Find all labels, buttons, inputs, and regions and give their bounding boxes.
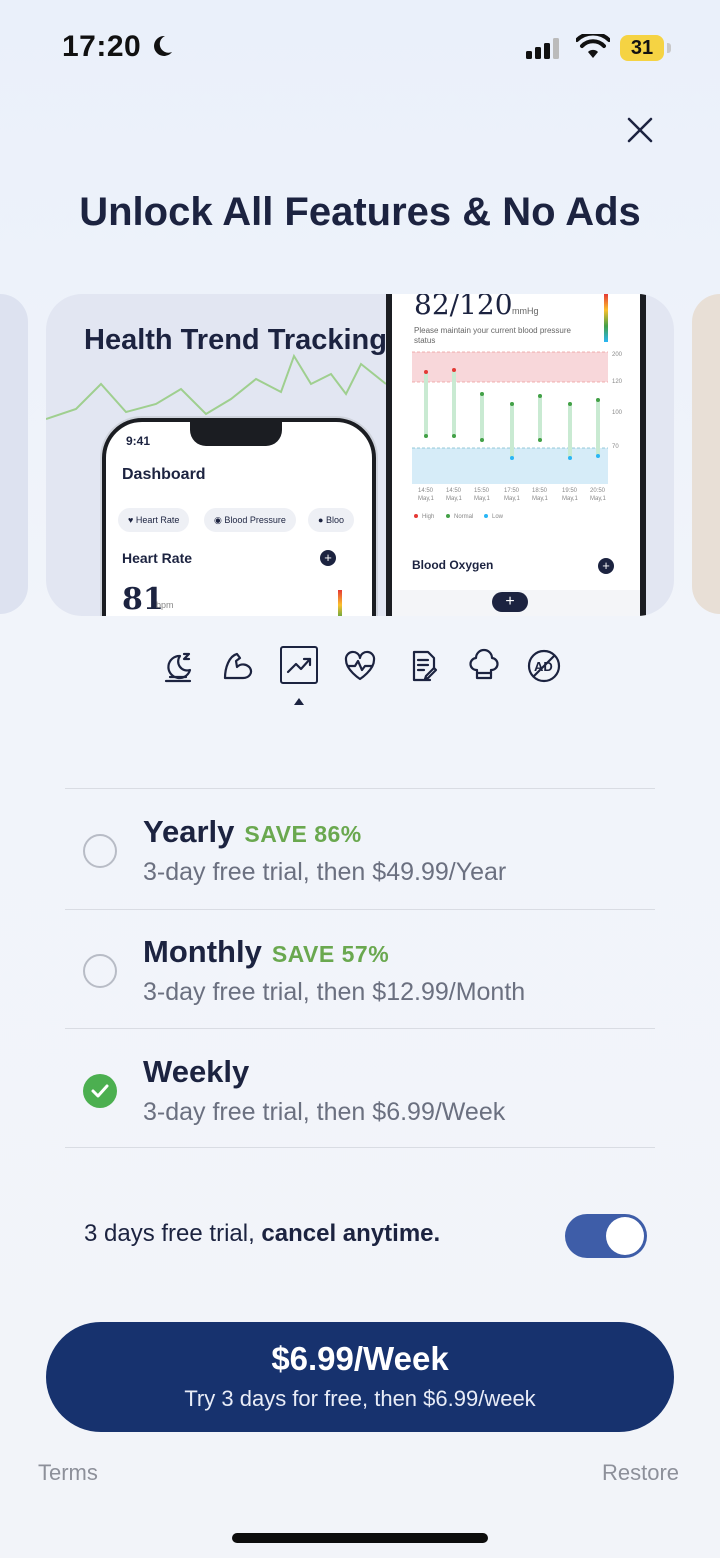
svg-text:70: 70 — [612, 444, 619, 450]
wifi-icon — [576, 34, 610, 58]
sleep-icon[interactable] — [160, 648, 196, 684]
status-time: 17:20 — [62, 30, 142, 63]
close-icon[interactable] — [620, 110, 660, 150]
carousel-card-previous[interactable] — [0, 294, 28, 614]
heart-rate-icon[interactable] — [342, 648, 378, 684]
svg-text:15:50: 15:50 — [474, 488, 490, 494]
svg-text:High: High — [422, 514, 434, 520]
mockup-blood-oxygen-label: Blood Oxygen — [412, 558, 494, 572]
card-title: Health Trend Tracking — [84, 324, 387, 356]
svg-text:20:50: 20:50 — [590, 488, 606, 494]
cellular-signal-icon — [526, 38, 559, 59]
free-trial-toggle[interactable] — [565, 1214, 647, 1258]
divider — [65, 788, 655, 789]
mockup-bp-note: Please maintain your current blood press… — [414, 326, 571, 345]
page-title: Unlock All Features & No Ads — [79, 190, 641, 234]
plan-description: 3-day free trial, then $49.99/Year — [143, 858, 507, 886]
mockup-add-icon: + — [320, 550, 336, 566]
svg-text:14:50: 14:50 — [418, 488, 434, 494]
subscribe-button[interactable]: $6.99/Week Try 3 days for free, then $6.… — [46, 1322, 674, 1432]
battery-level: 31 — [620, 35, 664, 61]
moon-icon — [154, 35, 172, 56]
plan-option-yearly[interactable]: Yearly SAVE 86% 3-day free trial, then $4… — [65, 790, 655, 908]
divider — [65, 1147, 655, 1148]
mockup-dashboard-title: Dashboard — [122, 466, 206, 483]
plan-save-badge: SAVE 57% — [271, 941, 390, 967]
mockup-chip-heart-rate: ♥ Heart Rate — [118, 508, 190, 532]
svg-text:19:50: 19:50 — [562, 488, 578, 494]
svg-text:May,1: May,1 — [418, 496, 435, 502]
mockup-heart-rate-unit: bpm — [156, 600, 174, 610]
terms-link[interactable]: Terms — [38, 1460, 98, 1486]
plan-name: Monthly SAVE 57% — [143, 934, 390, 969]
selected-feature-indicator — [294, 698, 304, 705]
svg-text:17:50: 17:50 — [504, 488, 520, 494]
plan-description: 3-day free trial, then $6.99/Week — [143, 1098, 506, 1126]
phone-mockup-dashboard: 9:41 Dashboard ♥ Heart Rate ◉ Blood Pres… — [102, 418, 376, 616]
svg-text:Normal: Normal — [454, 514, 473, 520]
plan-option-monthly[interactable]: Monthly SAVE 57% 3-day free trial, then $… — [65, 910, 655, 1028]
svg-text:18:50: 18:50 — [532, 488, 548, 494]
svg-text:120: 120 — [612, 379, 623, 385]
svg-text:May,1: May,1 — [562, 496, 579, 502]
svg-text:200: 200 — [612, 352, 623, 358]
mockup-heart-rate-value: 81 — [122, 582, 164, 616]
svg-text:May,1: May,1 — [590, 496, 607, 502]
svg-text:Low: Low — [492, 514, 504, 520]
plan-name: Weekly — [143, 1054, 250, 1089]
mockup-bp-gauge — [604, 294, 608, 342]
svg-text:14:50: 14:50 — [446, 488, 462, 494]
mockup-heart-rate-label: Heart Rate — [122, 550, 193, 566]
radio-checked[interactable] — [83, 1074, 117, 1108]
report-icon[interactable] — [406, 648, 442, 684]
toggle-knob — [606, 1217, 644, 1255]
svg-text:May,1: May,1 — [532, 496, 549, 502]
mockup-chip-blood: ● Bloo — [308, 508, 354, 532]
plan-option-weekly[interactable]: Weekly 3-day free trial, then $6.99/Week — [65, 1030, 655, 1148]
mockup-bp-unit: mmHg — [512, 306, 539, 316]
mockup-tab-bar: + — [392, 590, 640, 616]
radio-unchecked[interactable] — [83, 954, 117, 988]
trial-toggle-label: 3 days free trial, cancel anytime. — [84, 1220, 441, 1247]
mockup-bp-value: 82/120 — [414, 294, 513, 321]
divider — [65, 1028, 655, 1029]
mockup-bp-chart: 200 120 100 70 14:50 14:50 15:50 17:50 1… — [412, 351, 623, 520]
phone-notch — [190, 422, 282, 446]
battery-cap — [667, 43, 671, 53]
trend-icon[interactable] — [280, 646, 318, 684]
plan-description: 3-day free trial, then $12.99/Month — [143, 978, 526, 1006]
restore-link[interactable]: Restore — [602, 1460, 679, 1486]
phone-mockup-blood-pressure: 82/120 mmHg Please maintain your current… — [386, 294, 646, 616]
mockup-tab-add: + — [492, 592, 528, 612]
chef-hat-icon[interactable] — [466, 648, 502, 684]
checkmark-icon — [91, 1084, 109, 1098]
mockup-chip-blood-pressure: ◉ Blood Pressure — [204, 508, 296, 532]
svg-text:May,1: May,1 — [504, 496, 521, 502]
cta-price: $6.99/Week — [271, 1340, 449, 1377]
cta-subtitle: Try 3 days for free, then $6.99/week — [184, 1386, 536, 1411]
muscle-icon[interactable] — [220, 648, 256, 684]
mockup-time: 9:41 — [126, 434, 151, 448]
svg-text:100: 100 — [612, 410, 623, 416]
carousel-card-current[interactable]: Health Trend Tracking 9:41 Dashboard ♥ H… — [46, 294, 674, 616]
svg-text:May,1: May,1 — [474, 496, 491, 502]
plan-save-badge: SAVE 86% — [244, 821, 362, 847]
mockup-add-icon: + — [598, 558, 614, 574]
no-ads-icon[interactable]: AD — [526, 648, 562, 684]
svg-text:May,1: May,1 — [446, 496, 463, 502]
mockup-gauge — [338, 590, 342, 616]
radio-unchecked[interactable] — [83, 834, 117, 868]
svg-text:AD: AD — [534, 659, 553, 674]
carousel-card-next[interactable] — [692, 294, 720, 614]
plan-name: Yearly SAVE 86% — [143, 814, 362, 849]
home-indicator[interactable] — [232, 1533, 488, 1543]
